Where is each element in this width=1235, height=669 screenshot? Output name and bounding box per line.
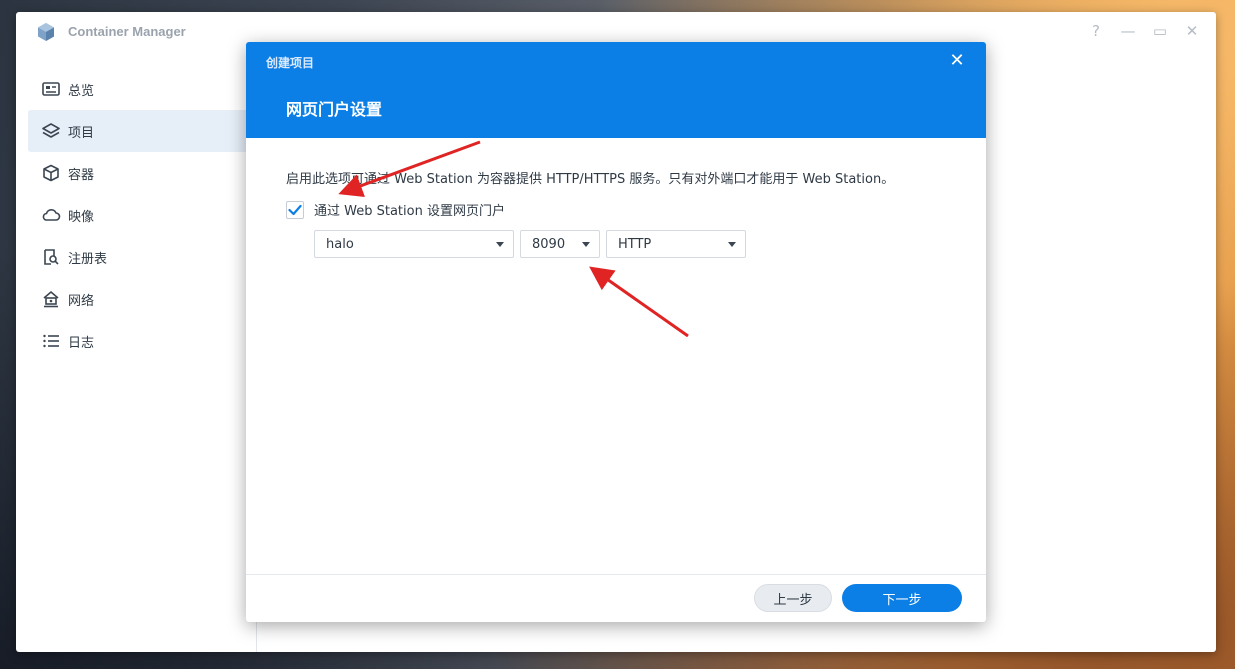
list-icon	[41, 331, 61, 351]
layers-icon	[41, 121, 61, 141]
dialog-footer-divider	[246, 574, 986, 575]
help-icon[interactable]: ?	[1088, 22, 1104, 40]
registry-search-icon	[41, 247, 61, 267]
cube-icon	[41, 163, 61, 183]
previous-button[interactable]: 上一步	[754, 584, 832, 612]
service-select[interactable]: halo	[314, 230, 514, 258]
dialog-header: 创建项目 ✕ 网页门户设置	[246, 42, 986, 138]
chevron-down-icon	[496, 242, 504, 247]
chevron-down-icon	[582, 242, 590, 247]
container-manager-logo-icon	[36, 22, 56, 42]
sidebar-item-projects[interactable]: 项目	[28, 110, 258, 152]
sidebar-item-label: 网络	[68, 293, 95, 309]
dialog-title: 网页门户设置	[286, 100, 383, 119]
sidebar: 总览 项目 容器 映像 注册表 网络 日志	[28, 68, 258, 362]
window-controls: ? — ▭ ✕	[1088, 22, 1200, 40]
protocol-select-value: HTTP	[618, 236, 652, 252]
port-select-value: 8090	[532, 236, 566, 252]
close-window-icon[interactable]: ✕	[1184, 22, 1200, 40]
sidebar-item-label: 项目	[68, 125, 95, 141]
sidebar-item-label: 日志	[68, 335, 95, 351]
network-house-icon	[41, 289, 61, 309]
close-icon[interactable]: ✕	[948, 52, 966, 70]
minimize-icon[interactable]: —	[1120, 22, 1136, 40]
web-portal-checkbox-label[interactable]: 通过 Web Station 设置网页门户	[314, 200, 505, 219]
dialog-small-title: 创建项目	[266, 56, 315, 70]
create-project-dialog: 创建项目 ✕ 网页门户设置 启用此选项可通过 Web Station 为容器提供…	[246, 42, 986, 622]
dialog-description: 启用此选项可通过 Web Station 为容器提供 HTTP/HTTPS 服务…	[286, 172, 895, 187]
sidebar-item-label: 容器	[68, 167, 95, 183]
sidebar-item-logs[interactable]: 日志	[28, 320, 258, 362]
sidebar-item-registry[interactable]: 注册表	[28, 236, 258, 278]
sidebar-item-network[interactable]: 网络	[28, 278, 258, 320]
chevron-down-icon	[728, 242, 736, 247]
sidebar-item-label: 映像	[68, 209, 95, 225]
checkmark-icon	[288, 204, 302, 215]
app-title: Container Manager	[68, 24, 186, 39]
next-button[interactable]: 下一步	[842, 584, 962, 612]
sidebar-item-label: 总览	[68, 83, 95, 99]
dashboard-icon	[41, 79, 61, 99]
web-portal-checkbox-row: 通过 Web Station 设置网页门户	[286, 200, 505, 219]
protocol-select[interactable]: HTTP	[606, 230, 746, 258]
cloud-icon	[41, 205, 61, 225]
maximize-icon[interactable]: ▭	[1152, 22, 1168, 40]
service-select-value: halo	[326, 236, 354, 252]
port-select[interactable]: 8090	[520, 230, 600, 258]
web-portal-checkbox[interactable]	[286, 200, 304, 219]
sidebar-item-images[interactable]: 映像	[28, 194, 258, 236]
sidebar-item-overview[interactable]: 总览	[28, 68, 258, 110]
sidebar-item-containers[interactable]: 容器	[28, 152, 258, 194]
sidebar-item-label: 注册表	[68, 251, 108, 267]
